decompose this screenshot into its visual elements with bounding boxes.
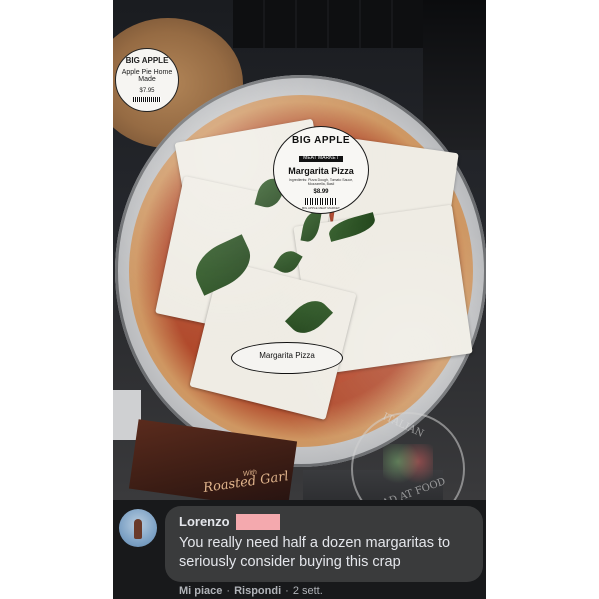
apple-pie-label: BIG APPLE Apple Pie Home Made $7.95: [115, 48, 179, 112]
label-barcode: [305, 197, 337, 205]
shelf-rail-right: [423, 0, 486, 150]
pie-label-name: Apple Pie Home Made: [121, 68, 173, 84]
separator: ·: [226, 585, 231, 597]
pie-label-brand: BIG APPLE: [125, 56, 169, 65]
comment-actions: Mi piace · Rispondi · 2 sett.: [179, 585, 323, 597]
label-brand: BIG APPLE: [291, 135, 351, 146]
comment-text: You really need half a dozen margaritas …: [179, 535, 451, 570]
comment-author[interactable]: Lorenzo: [179, 514, 230, 529]
like-button[interactable]: Mi piace: [179, 585, 222, 597]
pizza-product-label: BIG APPLE MEAT MARKET Margarita Pizza In…: [273, 126, 369, 214]
author-surname-redaction: [236, 514, 280, 530]
watermark-top-text: ITALIAN: [380, 411, 426, 440]
avatar-person-icon: [134, 519, 142, 539]
separator: ·: [285, 585, 289, 597]
screenshot-frame: BIG APPLE Apple Pie Home Made $7.95 BIG …: [113, 0, 486, 599]
label-product-name: Margarita Pizza: [288, 165, 354, 176]
comment-section: Lorenzo You really need half a dozen mar…: [113, 500, 486, 599]
comment-bubble: Lorenzo You really need half a dozen mar…: [165, 506, 483, 582]
avatar[interactable]: [119, 509, 157, 547]
reply-button[interactable]: Rispondi: [234, 585, 281, 597]
pie-label-price: $7.95: [139, 88, 155, 95]
pizza-oval-label: Margarita Pizza: [231, 342, 343, 374]
comment-timestamp: 2 sett.: [292, 585, 323, 597]
label-ingredients: Ingredients: Pizza Dough, Tomato Sauce, …: [288, 178, 354, 187]
label-address: BIG APPLE MEAT MARKET: [302, 205, 340, 210]
pie-label-barcode: [133, 96, 161, 102]
label-subbrand: MEAT MARKET: [299, 155, 343, 162]
label-price: $8.99: [313, 189, 329, 196]
